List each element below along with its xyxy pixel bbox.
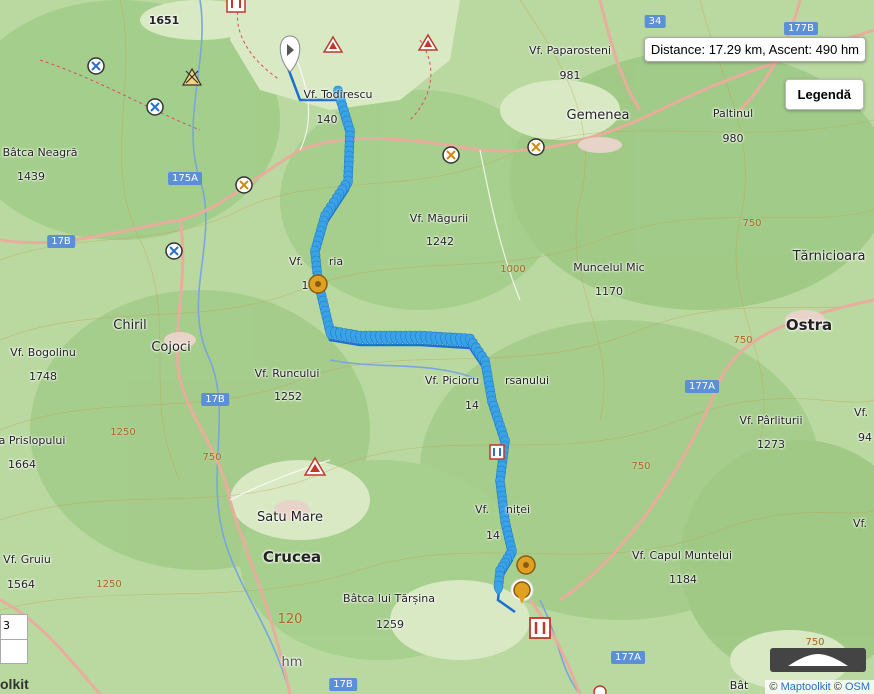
todirescu-label: Vf. Todirescu xyxy=(303,88,373,101)
elevation-profile-button[interactable] xyxy=(770,648,866,672)
vf-nitei-label: Vf. xyxy=(474,503,490,516)
contour-label-750-d: 750 xyxy=(631,461,651,472)
poi-viewpoint-icon-1 xyxy=(87,57,105,75)
batca-tarsina-label: Bâtca lui Tărșina xyxy=(343,592,435,605)
contour-label-750-b: 750 xyxy=(733,335,753,346)
satu-mare-label: Satu Mare xyxy=(257,510,323,525)
parlituri-altitude: 1273 xyxy=(757,438,785,451)
crucea-label: Crucea xyxy=(262,548,322,566)
ostra-label: Ostra xyxy=(785,316,833,334)
waypoint-marker-left[interactable] xyxy=(308,274,328,294)
gruiu-label: Vf. Gruiu xyxy=(3,553,51,566)
road-badge-177a-right: 177A xyxy=(685,380,719,393)
paparosteni-label: Vf. Paparosteni xyxy=(528,44,612,57)
paltinul-altitude: 980 xyxy=(722,132,744,145)
vf-far-right-label: Vf. xyxy=(852,517,868,530)
cojoci-label: Cojoci xyxy=(151,340,191,355)
poi-viewpoint-icon-3 xyxy=(165,242,183,260)
road-badge-17b-left: 17B xyxy=(47,235,75,248)
maptoolkit-link[interactable]: Maptoolkit xyxy=(781,681,831,693)
gruiu-altitude: 1564 xyxy=(7,578,35,591)
contour-label-1250-a: 1250 xyxy=(110,427,136,438)
unit-fragment: hm xyxy=(281,655,303,670)
mountain-profile-icon xyxy=(788,654,848,666)
road-badge-177b-top: 177B xyxy=(784,22,818,35)
zoom-out-button[interactable] xyxy=(1,640,27,662)
batca-neagra-altitude: 1439 xyxy=(17,170,45,183)
waypoint-marker-lower-1[interactable] xyxy=(516,555,536,575)
legend-button[interactable]: Legendă xyxy=(784,79,864,110)
poi-marker-icon-3 xyxy=(527,138,545,156)
gemenea-label: Gemenea xyxy=(566,108,630,123)
todirescu-altitude: 140 xyxy=(316,113,338,126)
parlituri-label: Vf. Pârliturii xyxy=(739,414,803,427)
capul-muntelui-label: Vf. Capul Muntelui xyxy=(631,549,733,562)
road-badge-17b-bottom: 17B xyxy=(329,678,357,691)
bogolinu-label: Vf. Bogolinu xyxy=(10,346,76,359)
vf-right-altitude: 94 xyxy=(858,431,872,444)
contour-label-1250-b: 1250 xyxy=(96,579,122,590)
logo-fragment: olkit xyxy=(0,676,29,692)
paltinul-label: Paltinul xyxy=(712,107,754,120)
runcului-altitude: 1252 xyxy=(274,390,302,403)
magurii-altitude: 1242 xyxy=(426,235,454,248)
batca-neagra-label: Bâtca Neagră xyxy=(2,146,78,159)
shelter-icon-1 xyxy=(226,0,246,13)
contour-1200-fragment: 120 xyxy=(277,612,303,627)
map-pin-fragment-icon xyxy=(593,685,607,694)
vf-right-label: Vf. xyxy=(853,406,869,419)
zoom-control-fragment[interactable]: 3 xyxy=(0,614,28,664)
contour-label-750-e: 750 xyxy=(805,637,825,648)
vf-left-suffix: ria xyxy=(328,255,344,268)
peak-altitude-top: 1651 xyxy=(148,14,180,27)
vf-left-altitude: 1 xyxy=(301,279,309,292)
map-canvas[interactable] xyxy=(0,0,874,694)
picioru-label: Vf. Picioru xyxy=(424,374,480,387)
poi-marker-icon-2 xyxy=(442,146,460,164)
vf-left-label: Vf. xyxy=(288,255,304,268)
runcului-label: Vf. Runcului xyxy=(254,367,320,380)
picioru-suffix: rsanului xyxy=(504,374,550,387)
magurii-label: Vf. Măgurii xyxy=(409,212,469,225)
osm-link[interactable]: OSM xyxy=(845,681,870,693)
road-badge-34: 34 xyxy=(644,15,666,28)
contour-label-750-c: 750 xyxy=(202,452,222,463)
poi-viewpoint-icon-2 xyxy=(146,98,164,116)
batca-tarsina-altitude: 1259 xyxy=(376,618,404,631)
paparosteni-altitude: 981 xyxy=(559,69,581,82)
contour-label-750-a: 750 xyxy=(742,218,762,229)
shelter-icon-2 xyxy=(489,444,505,460)
vf-nitei-suffix: niței xyxy=(505,503,531,516)
road-badge-177a-bottom: 177A xyxy=(611,651,645,664)
attribution: © Maptoolkit © OSM xyxy=(765,680,874,694)
shelter-icon-3 xyxy=(529,617,551,639)
tarnicioara-label: Tărnicioara xyxy=(792,249,866,264)
vf-nitei-altitude: 14 xyxy=(486,529,500,542)
picioru-altitude: 14 xyxy=(465,399,479,412)
bogolinu-altitude: 1748 xyxy=(29,370,57,383)
road-badge-175a: 175A xyxy=(168,172,202,185)
zoom-in-button[interactable]: 3 xyxy=(1,615,27,640)
road-badge-17b-mid: 17B xyxy=(201,393,229,406)
poi-marker-icon-1 xyxy=(235,176,253,194)
chiril-label: Chiril xyxy=(113,318,147,333)
capul-muntelui-altitude: 1184 xyxy=(669,573,697,586)
contour-label-1000: 1000 xyxy=(500,264,526,275)
attribution-middle: © xyxy=(830,681,845,693)
muncelul-altitude: 1170 xyxy=(595,285,623,298)
muncelul-label: Muncelul Mic xyxy=(573,261,645,274)
bat-fragment-label: Bât xyxy=(729,679,749,692)
attribution-prefix: © xyxy=(769,681,781,693)
route-distance-box: Distance: 17.29 km, Ascent: 490 hm xyxy=(643,37,866,62)
prislopului-label: a Prislopului xyxy=(0,434,66,447)
prislopului-altitude: 1664 xyxy=(8,458,36,471)
